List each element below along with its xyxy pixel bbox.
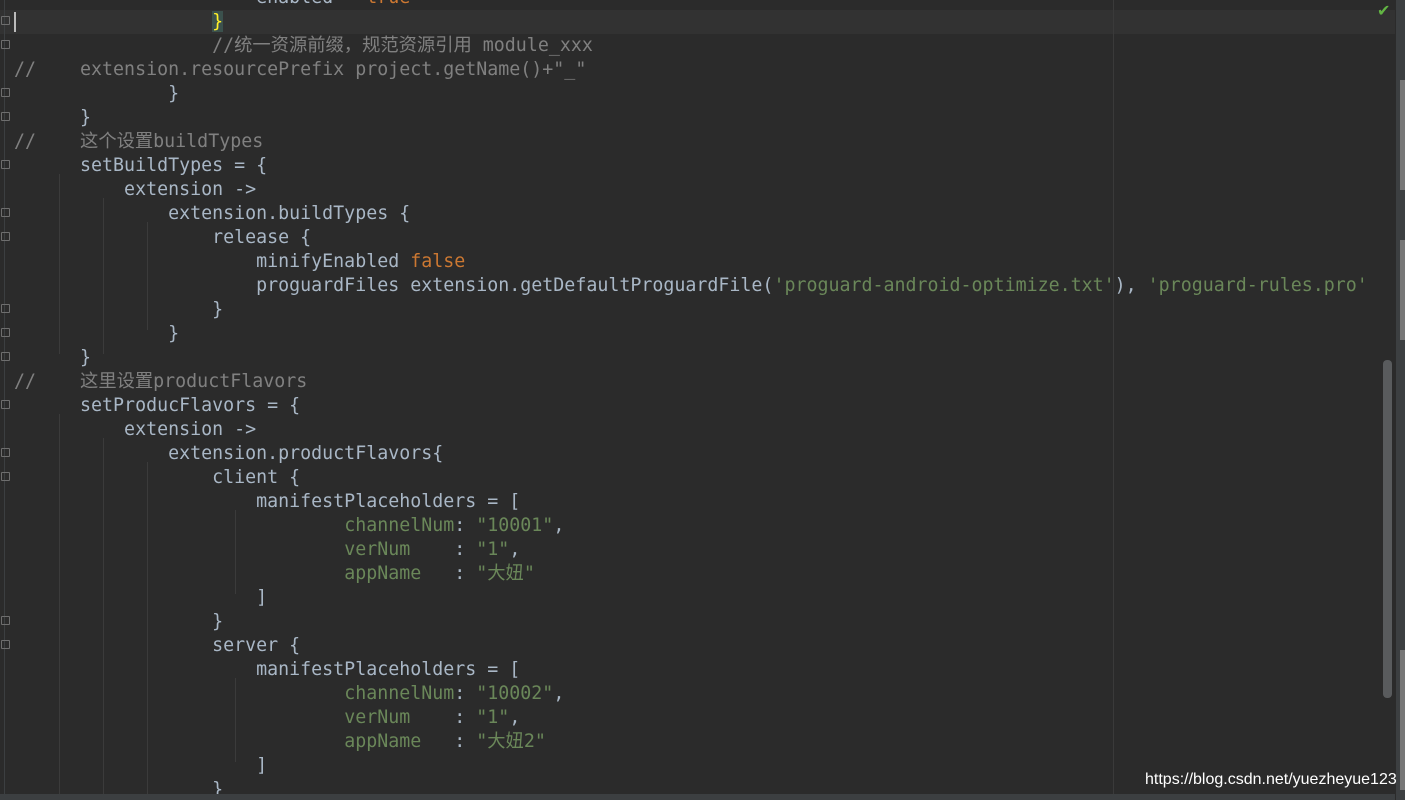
code-line[interactable]: client { xyxy=(14,466,300,490)
fold-marker-icon[interactable] xyxy=(1,160,10,169)
code-line[interactable]: // 这个设置buildTypes xyxy=(14,130,263,154)
code-line[interactable]: proguardFiles extension.getDefaultProgua… xyxy=(14,274,1368,298)
fold-marker-icon[interactable] xyxy=(1,472,10,481)
bottom-status-strip xyxy=(0,794,1395,800)
tool-window-tab[interactable] xyxy=(1400,650,1405,790)
check-icon: ✔ xyxy=(1377,1,1391,20)
fold-marker-icon[interactable] xyxy=(1,88,10,97)
fold-marker-icon[interactable] xyxy=(1,112,10,121)
code-line[interactable]: setBuildTypes = { xyxy=(14,154,267,178)
code-line[interactable]: channelNum: "10002", xyxy=(14,682,564,706)
code-line[interactable]: enabled = true xyxy=(14,0,410,10)
code-line[interactable]: release { xyxy=(14,226,311,250)
fold-marker-icon[interactable] xyxy=(1,400,10,409)
code-line[interactable]: } xyxy=(14,82,179,106)
code-line[interactable]: ] xyxy=(14,754,267,778)
fold-marker-icon[interactable] xyxy=(1,208,10,217)
code-line[interactable]: extension.productFlavors{ xyxy=(14,442,443,466)
fold-marker-icon[interactable] xyxy=(1,40,10,49)
fold-marker-icon[interactable] xyxy=(1,616,10,625)
code-line[interactable]: } xyxy=(14,346,91,370)
tool-window-tab[interactable] xyxy=(1400,80,1405,190)
code-line[interactable]: channelNum: "10001", xyxy=(14,514,564,538)
code-line[interactable]: setProducFlavors = { xyxy=(14,394,300,418)
code-line[interactable]: manifestPlaceholders = [ xyxy=(14,658,520,682)
code-line[interactable]: } xyxy=(14,106,91,130)
right-margin-guide xyxy=(1113,0,1114,800)
code-line[interactable]: extension -> xyxy=(14,418,256,442)
fold-marker-icon[interactable] xyxy=(1,328,10,337)
tool-window-tab[interactable] xyxy=(1400,240,1405,340)
fold-marker-icon[interactable] xyxy=(1,304,10,313)
code-line[interactable]: //统一资源前缀，规范资源引用 module_xxx xyxy=(14,34,593,58)
code-line[interactable]: appName : "大妞2" xyxy=(14,730,546,754)
code-line[interactable]: verNum : "1", xyxy=(14,538,520,562)
code-line[interactable]: appName : "大妞" xyxy=(14,562,535,586)
fold-marker-icon[interactable] xyxy=(1,640,10,649)
code-line[interactable]: server { xyxy=(14,634,300,658)
code-line[interactable]: extension.buildTypes { xyxy=(14,202,410,226)
code-line[interactable]: verNum : "1", xyxy=(14,706,520,730)
fold-marker-icon[interactable] xyxy=(1,16,10,25)
vertical-scrollbar-thumb[interactable] xyxy=(1383,360,1392,698)
code-line[interactable]: ] xyxy=(14,586,267,610)
fold-marker-icon[interactable] xyxy=(1,232,10,241)
text-caret xyxy=(14,12,16,32)
fold-marker-icon[interactable] xyxy=(1,352,10,361)
fold-marker-icon[interactable] xyxy=(1,448,10,457)
watermark: https://blog.csdn.net/yuezheyue123 xyxy=(1145,771,1397,788)
code-line[interactable]: extension -> xyxy=(14,178,256,202)
code-line[interactable]: // 这里设置productFlavors xyxy=(14,370,307,394)
code-line[interactable]: } xyxy=(14,610,223,634)
code-line[interactable]: manifestPlaceholders = [ xyxy=(14,490,520,514)
code-editor[interactable]: enabled = true } //统一资源前缀，规范资源引用 module_… xyxy=(0,0,1395,800)
code-line[interactable]: } xyxy=(14,10,224,34)
code-line[interactable]: } xyxy=(14,298,223,322)
code-line[interactable]: // extension.resourcePrefix project.getN… xyxy=(14,58,586,82)
code-line[interactable]: minifyEnabled false xyxy=(14,250,465,274)
code-line[interactable]: } xyxy=(14,322,179,346)
